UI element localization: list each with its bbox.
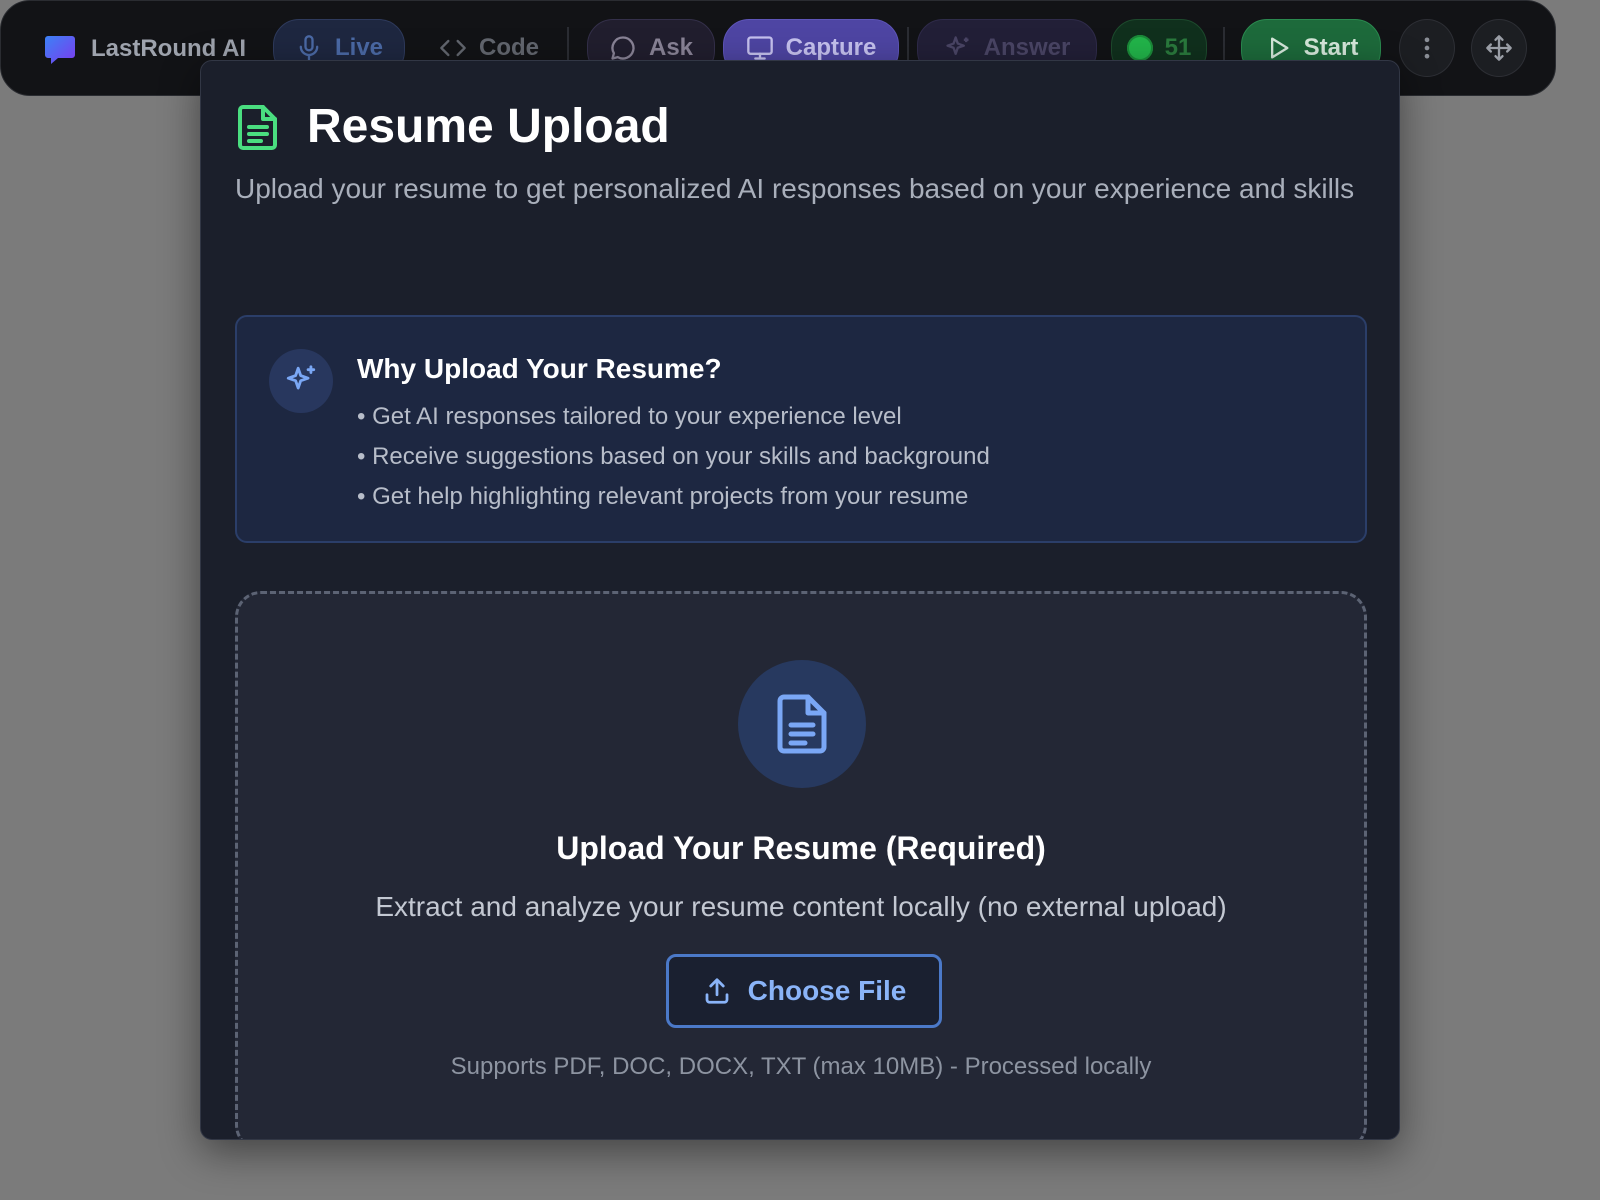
capture-label: Capture: [785, 34, 877, 61]
live-label: Live: [334, 34, 384, 61]
why-upload-panel: Why Upload Your Resume? Get AI responses…: [235, 315, 1367, 543]
document-icon: [777, 694, 827, 754]
play-icon: [1270, 37, 1289, 59]
answer-label: Answer: [983, 34, 1071, 61]
upload-title: Upload Your Resume (Required): [556, 830, 1046, 866]
chat-bubble-icon: [611, 36, 635, 60]
more-options-button[interactable]: [1399, 19, 1455, 77]
brand-name: LastRound AI: [91, 35, 247, 62]
why-icon-badge: [269, 349, 333, 413]
ask-label: Ask: [648, 34, 694, 61]
sparkles-icon: [945, 36, 969, 55]
start-label: Start: [1303, 34, 1359, 61]
microphone-icon: [299, 35, 319, 61]
why-list: Get AI responses tailored to your experi…: [357, 397, 990, 517]
list-item: Receive suggestions based on your skills…: [357, 437, 990, 477]
why-title: Why Upload Your Resume?: [357, 353, 722, 384]
modal-subtitle: Upload your resume to get personalized A…: [235, 173, 1355, 204]
code-label: Code: [479, 34, 539, 61]
drag-handle-button[interactable]: [1471, 19, 1527, 77]
list-item: Get AI responses tailored to your experi…: [357, 397, 990, 437]
list-item: Get help highlighting relevant projects …: [357, 477, 990, 517]
upload-dropzone[interactable]: Upload Your Resume (Required) Extract an…: [235, 591, 1367, 1139]
document-icon: [238, 105, 277, 150]
vertical-dots-icon: [1424, 37, 1430, 59]
choose-file-button[interactable]: Choose File: [666, 954, 942, 1028]
modal-title: Resume Upload: [307, 100, 670, 153]
monitor-icon: [746, 36, 773, 60]
choose-file-label: Choose File: [747, 975, 907, 1006]
resume-upload-modal: Resume Upload Upload your resume to get …: [200, 60, 1400, 1140]
upload-icon: [705, 978, 729, 1004]
green-dot-icon: [1126, 35, 1153, 61]
code-brackets-icon: [440, 39, 466, 57]
credits-count: 51: [1164, 34, 1192, 61]
sparkles-icon: [286, 365, 316, 390]
upload-description: Extract and analyze your resume content …: [375, 891, 1227, 922]
chat-bubble-logo-icon: [45, 36, 75, 64]
move-arrows-icon: [1486, 35, 1512, 61]
upload-document-badge: [738, 660, 866, 788]
supported-formats-note: Supports PDF, DOC, DOCX, TXT (max 10MB) …: [450, 1053, 1152, 1080]
